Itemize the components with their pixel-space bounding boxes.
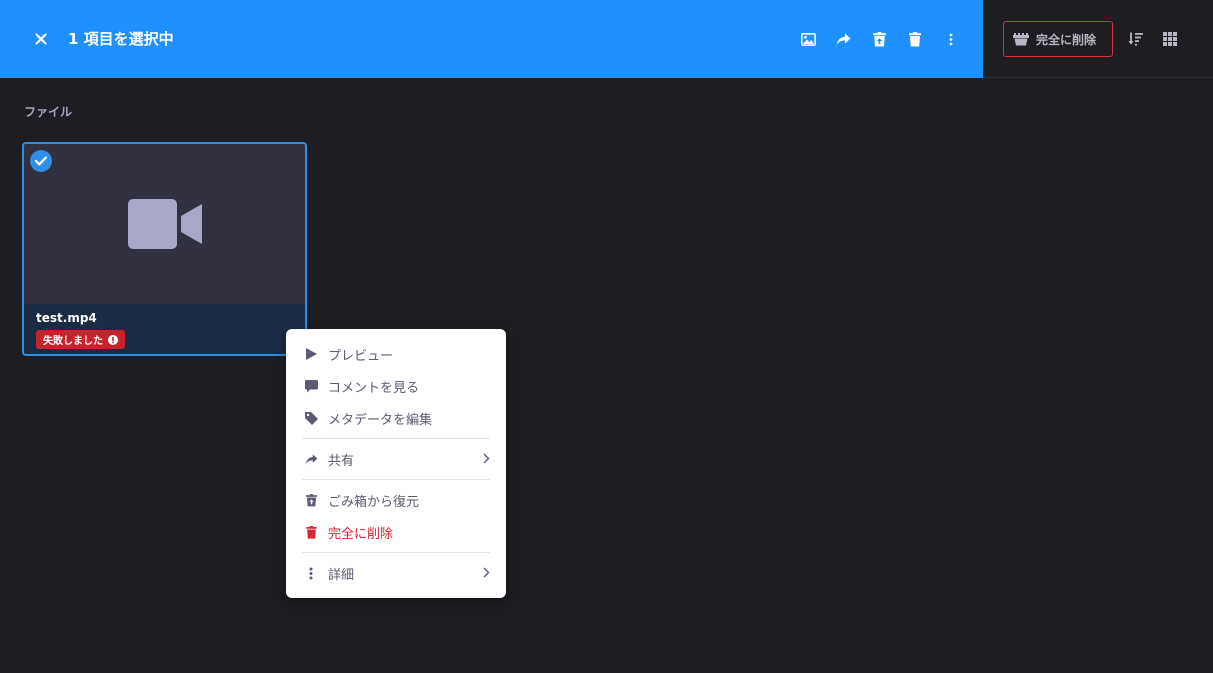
status-text: 失敗しました bbox=[43, 336, 103, 347]
menu-item-edit-metadata[interactable]: メタデータを編集 bbox=[286, 404, 506, 432]
menu-item-label: 詳細 bbox=[328, 567, 355, 583]
permanent-delete-all-button[interactable]: 完全に削除 bbox=[1003, 21, 1113, 57]
play-icon bbox=[305, 348, 317, 360]
more-button[interactable] bbox=[938, 26, 964, 52]
selected-check[interactable] bbox=[30, 150, 52, 172]
menu-item-restore[interactable]: ごみ箱から復元 bbox=[286, 486, 506, 514]
check-icon bbox=[35, 156, 47, 166]
share-icon bbox=[305, 453, 317, 464]
tag-icon bbox=[304, 411, 318, 425]
chevron-right-icon bbox=[483, 567, 490, 578]
trash-icon bbox=[305, 525, 317, 539]
menu-item-label: 共有 bbox=[328, 453, 355, 469]
trash-icon bbox=[909, 31, 921, 46]
restore-trash-icon bbox=[305, 493, 317, 506]
menu-item-label: メタデータを編集 bbox=[328, 412, 433, 428]
file-thumbnail bbox=[24, 144, 305, 304]
menu-item-view-comments[interactable]: コメントを見る bbox=[286, 372, 506, 400]
file-name: test.mp4 bbox=[36, 311, 97, 325]
close-selection-button[interactable] bbox=[28, 26, 54, 52]
menu-item-delete-permanently[interactable]: 完全に削除 bbox=[286, 518, 506, 546]
delete-button[interactable] bbox=[902, 26, 928, 52]
context-menu: プレビュー コメントを見る メタデータを編集 共有 ごみ箱から復元 完全に削除 … bbox=[286, 329, 506, 598]
chevron-right-icon bbox=[483, 453, 490, 464]
top-bar: 1 項目を選択中 完全に削除 bbox=[0, 0, 1213, 78]
status-badge: 失敗しました bbox=[36, 330, 125, 349]
menu-item-label: プレビュー bbox=[328, 348, 394, 364]
more-vertical-icon bbox=[949, 33, 953, 45]
image-icon bbox=[800, 32, 816, 46]
share-button[interactable] bbox=[830, 26, 856, 52]
selection-title: 1 項目を選択中 bbox=[68, 30, 174, 48]
menu-item-details[interactable]: 詳細 bbox=[286, 559, 506, 587]
file-card[interactable]: test.mp4 失敗しました bbox=[22, 142, 307, 356]
menu-divider bbox=[302, 552, 490, 553]
comment-icon bbox=[304, 379, 318, 392]
menu-item-label: コメントを見る bbox=[328, 380, 420, 396]
error-icon bbox=[108, 334, 118, 345]
restore-trash-icon bbox=[872, 31, 886, 46]
menu-item-label: 完全に削除 bbox=[328, 526, 394, 542]
sort-button[interactable] bbox=[1122, 26, 1148, 52]
menu-item-label: ごみ箱から復元 bbox=[328, 494, 420, 510]
grid-icon bbox=[1163, 32, 1177, 46]
restore-button[interactable] bbox=[866, 26, 892, 52]
sort-icon bbox=[1128, 32, 1143, 46]
menu-divider bbox=[302, 479, 490, 480]
more-vertical-icon bbox=[309, 567, 313, 579]
menu-divider bbox=[302, 438, 490, 439]
menu-item-share[interactable]: 共有 bbox=[286, 445, 506, 473]
close-icon bbox=[35, 33, 47, 45]
preview-button[interactable] bbox=[795, 26, 821, 52]
video-camera-icon bbox=[127, 199, 202, 249]
share-icon bbox=[836, 33, 850, 45]
sweep-icon bbox=[1013, 32, 1029, 45]
section-label-files: ファイル bbox=[24, 105, 73, 119]
menu-item-preview[interactable]: プレビュー bbox=[286, 340, 506, 368]
selection-bar: 1 項目を選択中 bbox=[0, 0, 983, 78]
grid-view-button[interactable] bbox=[1157, 26, 1183, 52]
permanent-delete-all-label: 完全に削除 bbox=[1036, 32, 1097, 47]
